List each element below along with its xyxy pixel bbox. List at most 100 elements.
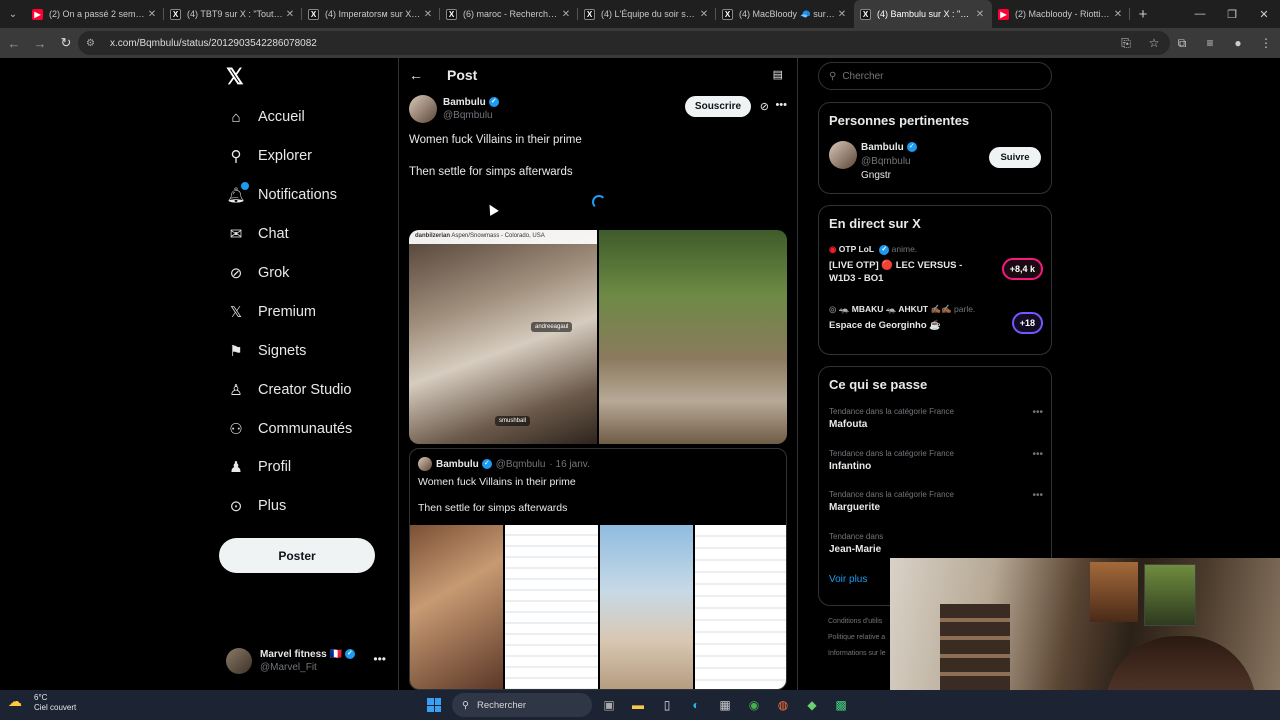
back-button[interactable]: ← bbox=[2, 31, 26, 55]
nav-item-accueil[interactable]: ⌂ Accueil bbox=[216, 98, 396, 137]
start-button[interactable] bbox=[422, 693, 446, 717]
footer-links: Conditions d'utilis Politique relative a… bbox=[828, 614, 886, 662]
minimize-button[interactable]: — bbox=[1184, 0, 1216, 28]
post-media[interactable]: danbilzerian Aspen/Snowmass - Colorado, … bbox=[409, 230, 787, 444]
browser-tab[interactable]: X (4) TBT9 sur X : "Tout le m ✕ bbox=[164, 0, 302, 28]
nav-item-communaut-s[interactable]: ⚇ Communautés bbox=[216, 409, 396, 448]
nav-item-signets[interactable]: ⚑ Signets bbox=[216, 331, 396, 370]
address-bar[interactable]: ⚙ x.com/Bqmbulu/status/20129035422860780… bbox=[78, 31, 1170, 55]
forward-button[interactable]: → bbox=[28, 31, 52, 55]
reload-button[interactable]: ↻ bbox=[54, 31, 78, 55]
trend-name: Mafouta bbox=[829, 419, 868, 430]
reader-mode-icon[interactable]: ▤ bbox=[773, 68, 783, 81]
browser-tab[interactable]: X (4) Bambulu sur X : "Wom ✕ bbox=[854, 0, 992, 28]
account-switcher[interactable]: Marvel fitness 🇫🇷 ✓ @Marvel_Fit ••• bbox=[226, 644, 386, 678]
live-item[interactable]: ◎ 🦡 MBAKU 🦡 AHKUT ✍🏾✍🏾 parle. Espace de … bbox=[829, 304, 1043, 334]
more-icon[interactable]: ••• bbox=[1032, 490, 1043, 501]
browser-tab[interactable]: X (4) MacBloody 🧢 sur X : ✕ bbox=[716, 0, 854, 28]
media-image[interactable] bbox=[600, 525, 693, 689]
weather-widget[interactable]: ☁ 6°C Ciel couvert bbox=[8, 693, 76, 713]
live-item[interactable]: ◉ OTP LoL ✓ anime. [LIVE OTP] 🔴 LEC VERS… bbox=[829, 244, 1043, 285]
subscribe-button[interactable]: Souscrire bbox=[685, 96, 751, 117]
maximize-button[interactable]: ❐ bbox=[1216, 0, 1248, 28]
nav-item-profil[interactable]: ♟ Profil bbox=[216, 448, 396, 487]
x-icon: X bbox=[446, 8, 457, 20]
media-image[interactable] bbox=[505, 525, 598, 689]
search-input[interactable]: ⚲ Chercher bbox=[818, 62, 1052, 90]
close-tab-icon[interactable]: ✕ bbox=[146, 9, 158, 20]
quoted-post[interactable]: Bambulu ✓ @Bqmbulu · 16 janv. Women fuck… bbox=[409, 448, 787, 690]
media-icon[interactable]: ≡ bbox=[1196, 36, 1224, 50]
terminal-icon[interactable]: ▩ bbox=[829, 693, 853, 717]
new-tab-button[interactable]: + bbox=[1130, 6, 1156, 23]
file-explorer-icon[interactable]: ▬ bbox=[626, 693, 650, 717]
footer-link[interactable]: Informations sur le bbox=[828, 646, 886, 662]
store-icon[interactable]: ▦ bbox=[713, 693, 737, 717]
media-image[interactable]: danbilzerian Aspen/Snowmass - Colorado, … bbox=[409, 230, 597, 444]
close-tab-icon[interactable]: ✕ bbox=[698, 9, 710, 20]
task-view-icon[interactable]: ▣ bbox=[597, 693, 621, 717]
author-avatar[interactable] bbox=[409, 95, 437, 123]
nav-item-chat[interactable]: ✉ Chat bbox=[216, 215, 396, 254]
chrome-icon[interactable]: ◉ bbox=[742, 693, 766, 717]
profile-icon[interactable]: ● bbox=[1224, 36, 1252, 50]
browser-tab[interactable]: X (4) Imperatorsм sur X : "M ✕ bbox=[302, 0, 440, 28]
tab-search-button[interactable]: ⌄ bbox=[0, 0, 26, 28]
page-title: Post bbox=[447, 67, 478, 83]
media-image[interactable] bbox=[695, 525, 786, 689]
close-window-button[interactable]: ✕ bbox=[1248, 0, 1280, 28]
browser-tab[interactable]: X (6) maroc - Recherche / X ✕ bbox=[440, 0, 578, 28]
live-count: +18 bbox=[1019, 318, 1035, 328]
footer-link[interactable]: Politique relative a bbox=[828, 630, 886, 646]
more-icon[interactable]: ••• bbox=[1032, 407, 1043, 418]
close-tab-icon[interactable]: ✕ bbox=[974, 9, 986, 20]
extensions-icon[interactable]: ⧉ bbox=[1168, 36, 1196, 51]
close-tab-icon[interactable]: ✕ bbox=[284, 9, 296, 20]
x-logo-icon[interactable]: 𝕏 bbox=[226, 64, 244, 90]
browser-tab[interactable]: ▶ (2) Macbloody - Riotti (O ✕ bbox=[992, 0, 1130, 28]
author-name[interactable]: Bambulu bbox=[443, 97, 486, 108]
more-icon[interactable]: ••• bbox=[775, 99, 787, 111]
media-image[interactable] bbox=[599, 230, 787, 444]
author-handle[interactable]: @Bqmbulu bbox=[443, 109, 499, 122]
bookmark-star-icon[interactable]: ☆ bbox=[1140, 36, 1168, 50]
nav-item-grok[interactable]: ⊘ Grok bbox=[216, 254, 396, 293]
more-icon[interactable]: ••• bbox=[1032, 449, 1043, 460]
close-tab-icon[interactable]: ✕ bbox=[1112, 9, 1124, 20]
nav-item-plus[interactable]: ⊙ Plus bbox=[216, 487, 396, 526]
app-icon[interactable]: ◆ bbox=[800, 693, 824, 717]
browser-tab[interactable]: X (4) L'Équipe du soir sur X ✕ bbox=[578, 0, 716, 28]
install-icon[interactable]: ⎘ bbox=[1112, 36, 1140, 51]
post-button[interactable]: Poster bbox=[219, 538, 375, 573]
media-image[interactable] bbox=[410, 525, 503, 689]
footer-link[interactable]: Conditions d'utilis bbox=[828, 614, 886, 630]
close-tab-icon[interactable]: ✕ bbox=[560, 9, 572, 20]
avatar bbox=[829, 141, 857, 169]
nav-item-explorer[interactable]: ⚲ Explorer bbox=[216, 137, 396, 176]
close-tab-icon[interactable]: ✕ bbox=[836, 9, 848, 20]
site-info-icon[interactable]: ⚙ bbox=[86, 38, 100, 49]
nav-item-notifications[interactable]: 🔔︎ Notifications bbox=[216, 176, 396, 215]
file-icon[interactable]: ▯ bbox=[655, 693, 679, 717]
firefox-icon[interactable]: ◍ bbox=[771, 693, 795, 717]
trend-item[interactable]: Tendance dans la catégorie France Marguer… bbox=[829, 490, 1043, 513]
follow-button[interactable]: Suivre bbox=[989, 147, 1041, 168]
close-tab-icon[interactable]: ✕ bbox=[422, 9, 434, 20]
trend-category: Tendance dans bbox=[829, 531, 884, 541]
nav-item-creator-studio[interactable]: ♙ Creator Studio bbox=[216, 370, 396, 409]
avatar bbox=[226, 648, 252, 674]
taskbar-search[interactable]: ⚲ Rechercher bbox=[452, 693, 592, 717]
webcam-poster bbox=[1090, 562, 1138, 622]
edge-icon[interactable]: ◐ bbox=[684, 693, 708, 717]
trend-item[interactable]: Tendance dans Jean-Marie bbox=[829, 532, 1043, 555]
see-more-link[interactable]: Voir plus bbox=[829, 574, 867, 585]
relevant-person[interactable]: Bambulu ✓ @Bqmbulu Gngstr bbox=[829, 141, 917, 183]
trend-item[interactable]: Tendance dans la catégorie France Mafouta… bbox=[829, 407, 1043, 430]
browser-tab[interactable]: ▶ (2) On a passé 2 semaines✕ bbox=[26, 0, 164, 28]
more-icon[interactable]: ••• bbox=[373, 652, 386, 666]
grok-icon[interactable]: ⊘ bbox=[760, 100, 769, 113]
trend-item[interactable]: Tendance dans la catégorie France Infanti… bbox=[829, 449, 1043, 472]
menu-icon[interactable]: ⋮ bbox=[1252, 36, 1280, 50]
back-arrow-icon[interactable]: ← bbox=[409, 67, 423, 83]
nav-item-premium[interactable]: 𝕏 Premium bbox=[216, 292, 396, 331]
